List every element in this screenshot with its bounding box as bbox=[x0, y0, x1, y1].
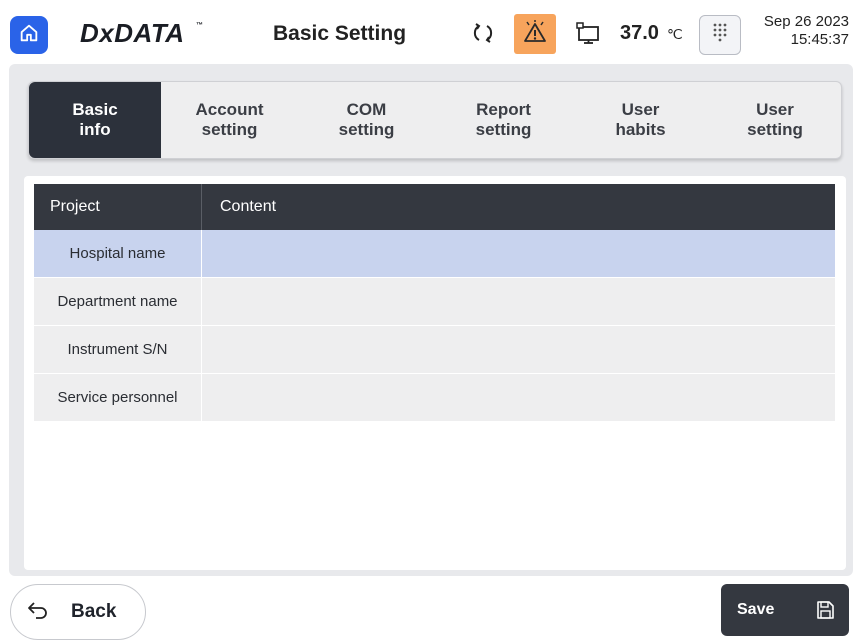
tab-label-line1: Account bbox=[195, 100, 264, 119]
table-row-instrument-sn[interactable]: Instrument S/N bbox=[34, 326, 835, 374]
back-arrow-icon bbox=[27, 601, 49, 624]
alarm-warning-icon bbox=[522, 19, 548, 50]
row-value-field[interactable] bbox=[202, 374, 835, 421]
tab-bar: Basic info Account setting COM setting R… bbox=[28, 81, 842, 159]
page-title: Basic Setting bbox=[273, 22, 407, 45]
tab-label-line1: User bbox=[621, 100, 660, 119]
sync-icon[interactable] bbox=[471, 21, 495, 45]
alarm-button[interactable] bbox=[514, 14, 556, 54]
date-display: Sep 26 2023 bbox=[763, 13, 849, 30]
save-button[interactable]: Save bbox=[721, 584, 849, 636]
tab-user-setting[interactable]: User setting bbox=[709, 82, 841, 158]
tab-basic-info[interactable]: Basic info bbox=[29, 82, 161, 158]
brand-trademark: ™ bbox=[196, 22, 203, 29]
tab-label-line2: setting bbox=[201, 120, 258, 139]
tab-com-setting[interactable]: COM setting bbox=[298, 82, 435, 158]
tab-label-line2: setting bbox=[338, 120, 395, 139]
row-label: Hospital name bbox=[34, 230, 202, 277]
time-display: 15:45:37 bbox=[790, 31, 849, 48]
tab-label-line1: Basic bbox=[72, 100, 118, 119]
screen: DxDATA ™ Basic Setting 37.0 ℃ Sep 26 202… bbox=[0, 0, 853, 640]
row-value-field[interactable] bbox=[202, 278, 835, 325]
temperature-value: 37.0 bbox=[620, 22, 659, 44]
table-row-hospital-name[interactable]: Hospital name bbox=[34, 230, 835, 278]
save-disk-icon bbox=[815, 600, 835, 620]
tab-report-setting[interactable]: Report setting bbox=[435, 82, 572, 158]
brand-logo: DxDATA bbox=[80, 18, 185, 48]
row-value-field[interactable] bbox=[202, 326, 835, 373]
tab-label-line2: setting bbox=[747, 120, 803, 139]
keypad-button[interactable] bbox=[699, 15, 741, 55]
table-row-department-name[interactable]: Department name bbox=[34, 278, 835, 326]
table-header: Project Content bbox=[34, 184, 835, 230]
column-header-content: Content bbox=[220, 198, 277, 215]
tab-label-line2: habits bbox=[615, 120, 666, 139]
home-icon bbox=[18, 22, 40, 49]
row-label: Service personnel bbox=[34, 374, 202, 421]
header-bar: DxDATA ™ Basic Setting 37.0 ℃ Sep 26 202… bbox=[0, 0, 853, 64]
keypad-icon bbox=[712, 22, 728, 49]
row-label: Department name bbox=[34, 278, 202, 325]
tab-label-line2: info bbox=[79, 120, 111, 139]
column-header-project: Project bbox=[34, 184, 202, 230]
tab-label-line1: COM bbox=[346, 100, 387, 119]
table-row-service-personnel[interactable]: Service personnel bbox=[34, 374, 835, 422]
temperature-unit: ℃ bbox=[667, 26, 683, 42]
home-button[interactable] bbox=[10, 16, 48, 54]
tab-user-habits[interactable]: User habits bbox=[572, 82, 709, 158]
tab-label-line1: User bbox=[756, 100, 794, 119]
tab-account-setting[interactable]: Account setting bbox=[161, 82, 298, 158]
row-value-field[interactable] bbox=[202, 230, 835, 277]
back-label: Back bbox=[71, 601, 117, 622]
tab-label-line2: setting bbox=[475, 120, 532, 139]
tab-label-line1: Report bbox=[476, 100, 531, 119]
monitor-icon[interactable] bbox=[575, 21, 601, 47]
save-label: Save bbox=[737, 601, 775, 618]
basic-info-table: Project Content Hospital name Department… bbox=[34, 184, 835, 422]
row-label: Instrument S/N bbox=[34, 326, 202, 373]
back-button[interactable]: Back bbox=[10, 584, 146, 640]
